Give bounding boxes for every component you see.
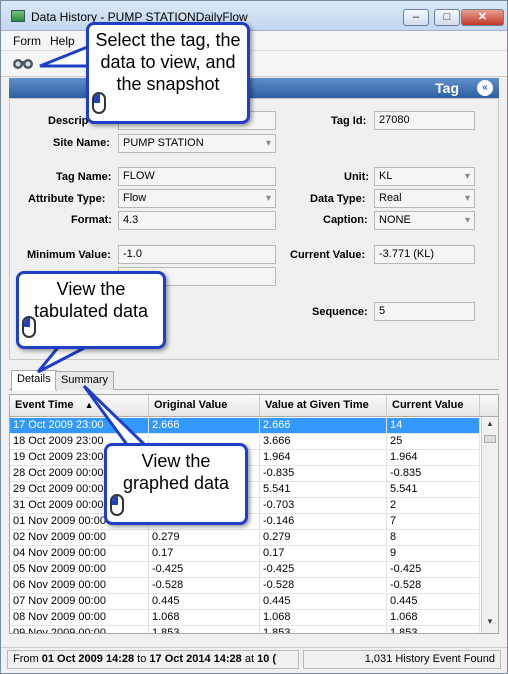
tabulated-data-callout: View the tabulated data (16, 271, 166, 349)
mouse-click-icon (22, 316, 36, 338)
graphed-data-callout-text: View the graphed data (122, 451, 230, 493)
select-tag-callout-text: Select the tag, the data to view, and th… (95, 30, 241, 94)
graphed-data-callout: View the graphed data (104, 443, 248, 525)
mouse-click-icon (110, 494, 124, 516)
select-tag-callout: Select the tag, the data to view, and th… (86, 22, 250, 124)
mouse-click-icon (92, 92, 106, 114)
select-callout-pointer (39, 43, 94, 68)
graphed-callout-pointer (82, 384, 150, 448)
tabulated-callout-pointer (36, 343, 91, 374)
tabulated-data-callout-text: View the tabulated data (33, 279, 149, 321)
